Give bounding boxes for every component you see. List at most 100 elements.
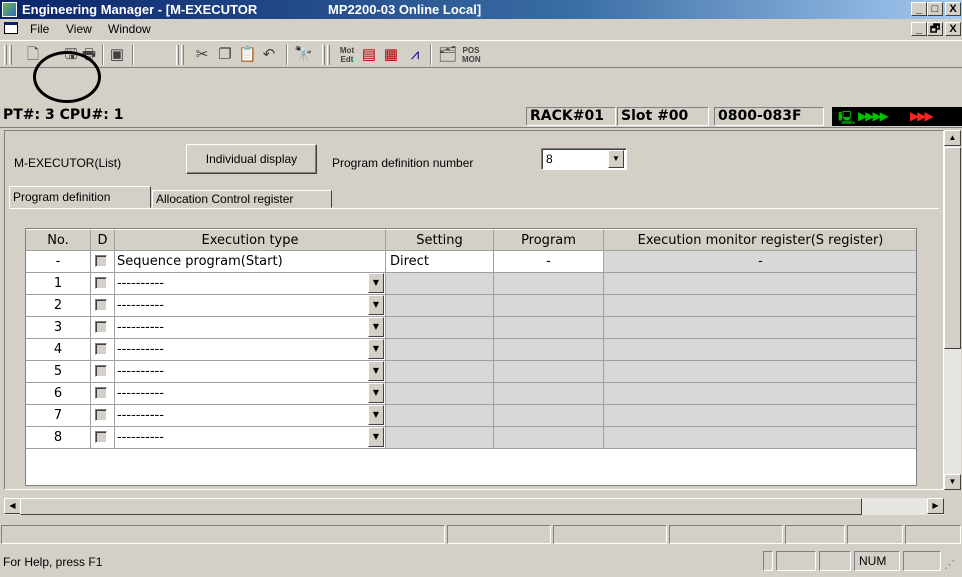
row-no-cell: 1 xyxy=(26,273,91,295)
row-d-cell xyxy=(91,295,115,317)
cut-icon[interactable]: ✂ xyxy=(193,46,211,64)
vertical-scroll-thumb[interactable] xyxy=(944,147,961,349)
find-icon[interactable]: 🔭 xyxy=(294,46,313,64)
row-monitor-cell xyxy=(604,339,916,361)
chevron-down-icon[interactable]: ▼ xyxy=(368,405,384,425)
checkbox[interactable] xyxy=(95,321,107,333)
menu-file[interactable]: File xyxy=(30,22,49,36)
program-definition-number-label: Program definition number xyxy=(332,156,474,170)
execution-type-select[interactable]: ---------- ▼ xyxy=(115,383,386,405)
scroll-right-icon[interactable]: ▶ xyxy=(927,498,944,514)
header-execution-type[interactable]: Execution type xyxy=(115,229,386,251)
row-setting-cell xyxy=(386,361,494,383)
checkbox[interactable] xyxy=(95,365,107,377)
execution-type-value: ---------- xyxy=(117,364,164,379)
header-d[interactable]: D xyxy=(91,229,115,251)
menu-view[interactable]: View xyxy=(66,22,92,36)
execution-type-select[interactable]: ---------- ▼ xyxy=(115,273,386,295)
execution-type-select[interactable]: ---------- ▼ xyxy=(115,405,386,427)
status-pane xyxy=(553,525,667,544)
row-no-cell: 8 xyxy=(26,427,91,449)
chevron-down-icon[interactable]: ▼ xyxy=(368,295,384,315)
header-execution-monitor[interactable]: Execution monitor register(S register) xyxy=(604,229,916,251)
resize-grip-icon[interactable]: ⋰ xyxy=(944,558,955,571)
horizontal-scroll-thumb[interactable] xyxy=(20,498,862,515)
transfer-icon[interactable]: ▣ xyxy=(108,46,126,64)
row-program-cell xyxy=(494,339,604,361)
minimize-button[interactable]: _ xyxy=(911,2,927,16)
individual-display-button[interactable]: Individual display xyxy=(186,144,317,174)
close-button[interactable]: X xyxy=(945,2,961,16)
register-hash-icon[interactable]: ▦ xyxy=(382,46,400,64)
mot-edt-icon[interactable]: Mot Edt xyxy=(338,46,356,64)
chevron-down-icon[interactable]: ▼ xyxy=(368,383,384,403)
toolbar-grip[interactable] xyxy=(4,45,7,65)
checkbox[interactable] xyxy=(95,409,107,421)
save-icon[interactable]: 🖫 xyxy=(62,46,80,64)
row-no-cell: - xyxy=(26,251,91,273)
scroll-down-icon[interactable]: ▼ xyxy=(944,474,961,490)
checkbox[interactable] xyxy=(95,255,107,267)
checkbox[interactable] xyxy=(95,299,107,311)
row-type-cell[interactable]: Sequence program(Start) xyxy=(115,251,386,273)
program-definition-number-value: 8 xyxy=(546,152,553,166)
row-setting-cell xyxy=(386,383,494,405)
new-icon[interactable]: 🗋 xyxy=(24,46,42,64)
chevron-down-icon[interactable]: ▼ xyxy=(368,339,384,359)
execution-type-select[interactable]: ---------- ▼ xyxy=(115,295,386,317)
tab-program-definition[interactable]: Program definition xyxy=(9,186,151,208)
tab-allocation-control-register[interactable]: Allocation Control register xyxy=(152,190,332,208)
checkbox[interactable] xyxy=(95,387,107,399)
undo-icon[interactable]: ↶ xyxy=(260,46,278,64)
chevron-down-icon[interactable]: ▼ xyxy=(368,427,384,447)
app-icon[interactable] xyxy=(2,2,17,17)
paste-icon[interactable]: 📋 xyxy=(238,46,257,64)
chevron-down-icon[interactable]: ▼ xyxy=(368,317,384,337)
program-definition-number-select[interactable]: 8 ▼ xyxy=(541,148,627,170)
title-bar[interactable]: Engineering Manager - [M-EXECUTOR MP2200… xyxy=(0,0,962,19)
toolbar-grip[interactable] xyxy=(327,45,330,65)
execution-type-select[interactable]: ---------- ▼ xyxy=(115,427,386,449)
toolbar-grip[interactable] xyxy=(176,45,179,65)
row-d-cell xyxy=(91,405,115,427)
header-program[interactable]: Program xyxy=(494,229,604,251)
row-no-cell: 7 xyxy=(26,405,91,427)
document-icon[interactable] xyxy=(4,22,18,34)
properties-icon[interactable]: 🗂 xyxy=(438,46,457,64)
vertical-scrollbar[interactable]: ▲ ▼ xyxy=(944,130,961,490)
horizontal-scrollbar[interactable]: ◀ ▶ xyxy=(4,498,944,515)
checkbox[interactable] xyxy=(95,431,107,443)
chevron-down-icon[interactable]: ▼ xyxy=(368,273,384,293)
chevron-down-icon[interactable]: ▼ xyxy=(608,150,624,168)
child-minimize-button[interactable]: _ xyxy=(911,22,927,36)
child-close-button[interactable]: X xyxy=(945,22,961,36)
toolbar-grip[interactable] xyxy=(322,45,325,65)
print-icon[interactable]: 🖶 xyxy=(80,46,98,64)
header-no[interactable]: No. xyxy=(26,229,91,251)
row-setting-cell xyxy=(386,273,494,295)
register-list-icon[interactable]: ▤ xyxy=(360,46,378,64)
execution-type-select[interactable]: ---------- ▼ xyxy=(115,339,386,361)
copy-icon[interactable]: ❐ xyxy=(216,46,234,64)
toolbar-grip[interactable] xyxy=(9,45,12,65)
program-definition-grid: No. D Execution type Setting Program Exe… xyxy=(25,228,917,486)
checkbox[interactable] xyxy=(95,343,107,355)
address-range-label: 0800-083F xyxy=(714,107,824,126)
trace-icon[interactable]: ⩘ xyxy=(406,46,424,64)
scroll-up-icon[interactable]: ▲ xyxy=(944,130,961,146)
child-restore-button[interactable]: 🗗 xyxy=(927,22,943,36)
checkbox[interactable] xyxy=(95,277,107,289)
row-program-cell[interactable]: - xyxy=(494,251,604,273)
row-setting-cell[interactable]: Direct xyxy=(386,251,494,273)
menu-window[interactable]: Window xyxy=(108,22,151,36)
execution-type-select[interactable]: ---------- ▼ xyxy=(115,361,386,383)
chevron-down-icon[interactable]: ▼ xyxy=(368,361,384,381)
execution-type-value: ---------- xyxy=(117,408,164,423)
row-d-cell xyxy=(91,339,115,361)
scroll-left-icon[interactable]: ◀ xyxy=(4,498,21,514)
maximize-button[interactable]: □ xyxy=(927,2,943,16)
header-setting[interactable]: Setting xyxy=(386,229,494,251)
toolbar-grip[interactable] xyxy=(181,45,184,65)
pos-mon-icon[interactable]: POS MON xyxy=(462,46,481,64)
execution-type-select[interactable]: ---------- ▼ xyxy=(115,317,386,339)
